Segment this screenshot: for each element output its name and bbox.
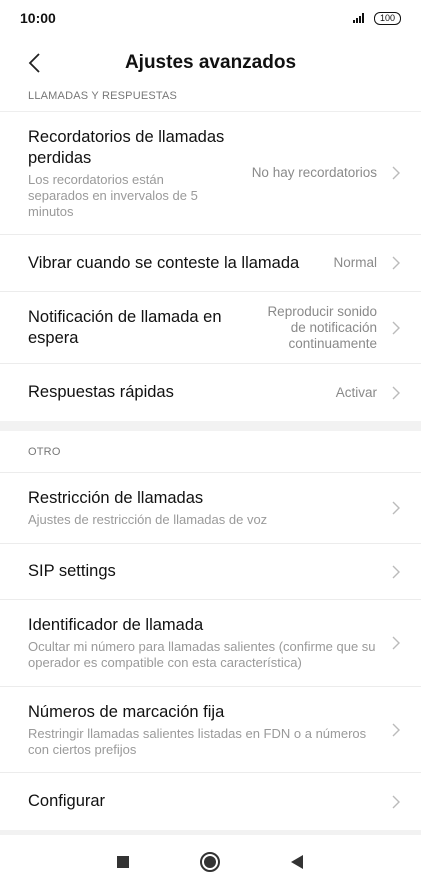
setting-vibrate-on-answer[interactable]: Vibrar cuando se conteste la llamada Nor… [0,235,421,292]
chevron-right-icon [392,386,400,399]
setting-title: SIP settings [28,562,116,580]
chevron-right-icon [392,723,400,736]
setting-value: Normal [333,255,377,270]
setting-value: Reproducir sonido de notificación contin… [267,303,377,351]
setting-subtitle: Ocultar mi número para llamadas saliente… [28,639,376,670]
status-icons: 100 [352,11,401,25]
settings-list[interactable]: LLAMADAS Y RESPUESTAS Recordatorios de l… [0,90,421,835]
setting-fixed-dialing-numbers[interactable]: Números de marcación fija Restringir lla… [0,687,421,773]
chevron-right-icon [392,256,400,270]
setting-missed-call-reminders[interactable]: Recordatorios de llamadas perdidas Los r… [0,112,421,235]
home-button[interactable] [199,851,221,873]
status-time: 10:00 [20,10,56,26]
setting-subtitle: Los recordatorios están separados en inv… [28,171,198,219]
signal-icon [352,13,364,23]
setting-title: Identificador de llamada [28,616,204,634]
setting-sip-settings[interactable]: SIP settings [0,544,421,600]
square-icon [117,856,129,868]
chevron-right-icon [392,321,400,334]
navigation-bar [0,835,421,890]
back-nav-button[interactable] [286,851,308,873]
section-divider [0,421,421,431]
setting-caller-id[interactable]: Identificador de llamada Ocultar mi núme… [0,600,421,687]
setting-value: Activar [335,384,377,400]
setting-configure[interactable]: Configurar [0,773,421,830]
circle-icon [200,852,220,872]
setting-title: Vibrar cuando se conteste la llamada [28,253,300,272]
back-button[interactable] [22,50,46,76]
setting-value: No hay recordatorios [251,165,377,180]
chevron-right-icon [392,795,400,808]
recents-button[interactable] [112,851,134,873]
setting-title: Configurar [28,792,106,810]
setting-title: Notificación de llamada en espera [28,307,222,347]
setting-subtitle: Restringir llamadas salientes listadas e… [28,725,367,757]
setting-call-waiting-notification[interactable]: Notificación de llamada en espera Reprod… [0,292,421,364]
battery-icon: 100 [373,11,401,25]
chevron-left-icon [28,53,40,73]
chevron-right-icon [392,565,400,578]
setting-title: Números de marcación fija [28,702,225,721]
setting-call-barring[interactable]: Restricción de llamadas Ajustes de restr… [0,473,421,544]
page-title: Ajustes avanzados [124,52,297,73]
setting-title: Respuestas rápidas [28,383,174,401]
section-header-other: OTRO [0,431,421,473]
triangle-back-icon [291,855,303,869]
chevron-right-icon [392,501,400,515]
setting-title: Restricción de llamadas [28,489,204,507]
section-header-calls: LLAMADAS Y RESPUESTAS [0,90,421,112]
setting-quick-responses[interactable]: Respuestas rápidas Activar [0,364,421,421]
chevron-right-icon [392,636,400,650]
setting-title: Recordatorios de llamadas perdidas [28,127,225,167]
status-bar: 10:00 100 [0,0,421,36]
app-header: Ajustes avanzados [0,36,421,90]
setting-subtitle: Ajustes de restricción de llamadas de vo… [28,512,268,527]
chevron-right-icon [392,166,400,180]
